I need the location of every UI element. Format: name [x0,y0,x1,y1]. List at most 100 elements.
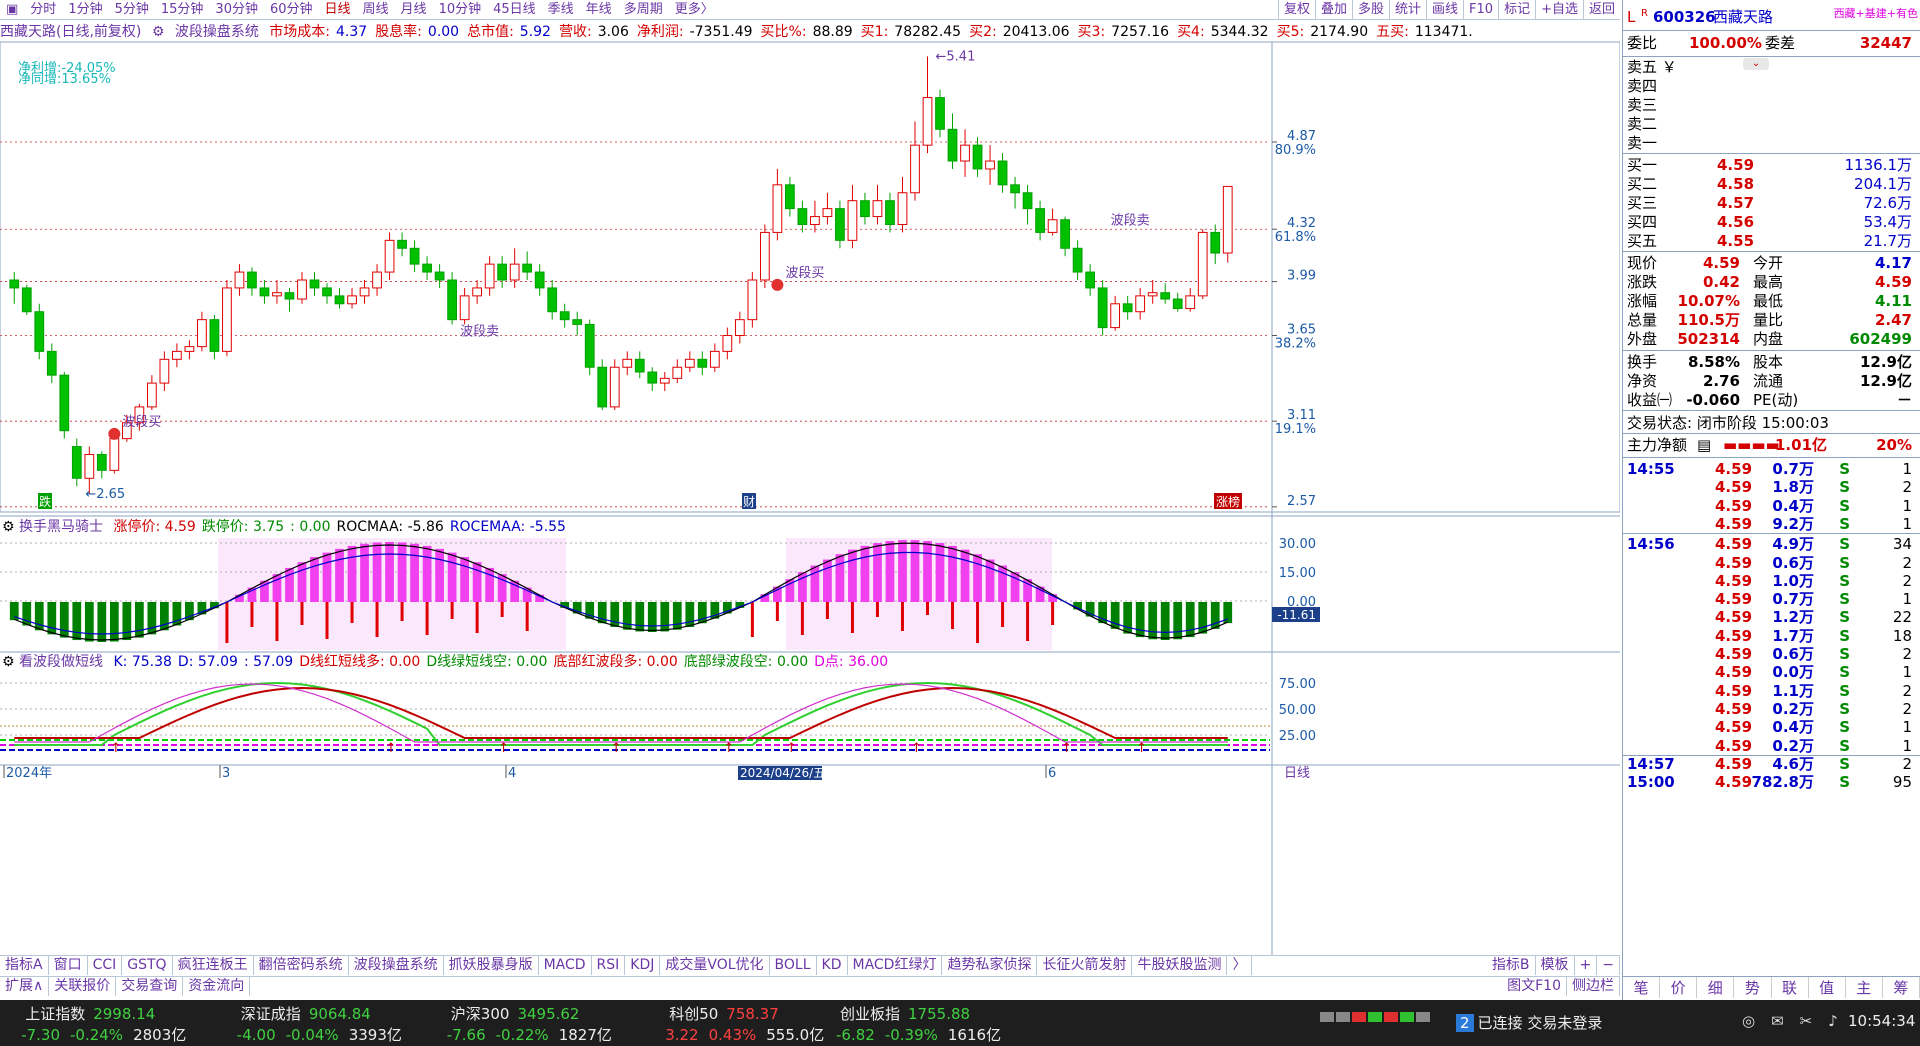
index-chg: -7.30 [21,1026,60,1044]
tag-right-text: 涨榜 [1216,494,1240,509]
histogram-bar [1198,602,1208,634]
indicator-tab-14[interactable]: MACD红绿灯 [848,956,943,975]
histogram-bar [385,542,394,602]
indicator-tab-4[interactable]: 疯狂连板王 [173,956,254,975]
period-label[interactable]: 日线 [1284,766,1310,781]
kline-chart[interactable]: 净利增:-24.05%净同增:13.65%4.8780.9%4.3261.8%3… [0,0,1620,955]
indicator-tab-3[interactable]: GSTQ [122,956,173,975]
index-value: 3495.62 [517,1005,580,1023]
index-name: 深证成指 [240,1005,301,1023]
divider [1623,30,1920,31]
red-bar [1051,602,1055,625]
table-icon: ▤ [1697,436,1712,454]
quote-tab-2[interactable]: 细 [1697,977,1735,998]
collapse-icon[interactable]: ⌄ [1743,58,1769,70]
index-change-4: -6.82 -0.39% 1616亿 [836,1024,1001,1045]
candle-body [772,184,783,233]
chat-icon[interactable]: ✉ [1771,1012,1784,1030]
indicator-tab-16[interactable]: 长征火箭发射 [1037,956,1133,975]
indicator-tab-12[interactable]: BOLL [770,956,817,975]
panel3-settings-icon[interactable]: ⚙ [2,654,15,670]
indicator-tab-18[interactable]: 〉 [1227,956,1253,975]
panel2-settings-icon[interactable]: ⚙ [2,519,15,535]
histogram-bar [1148,602,1158,640]
red-bar [350,602,354,623]
ring-icon[interactable]: ◎ [1742,1012,1755,1030]
quote-tab-3[interactable]: 势 [1734,977,1772,998]
candle-body [247,271,257,289]
add-icon[interactable]: + [1575,956,1598,975]
ext-tab-3[interactable]: 资金流向 [183,977,251,996]
index-pct: -0.39% [884,1026,938,1044]
histogram-bar [422,545,432,602]
indicator-label: 底部红波段多: [553,654,647,670]
tick-count: 95 [1892,773,1912,792]
ext-tab-2[interactable]: 交易查询 [116,977,184,996]
ext-tab-right-1[interactable]: 侧边栏 [1567,977,1620,996]
indicator-value-4: D线绿短线空: 0.00 [426,654,547,670]
band-signal-label-2: 波段买 [785,266,824,281]
indicator-tab-1[interactable]: 窗口 [49,956,88,975]
extension-tabs: 扩展∧ 关联报价 交易查询 资金流向 图文F10 侧边栏 [0,976,1620,996]
indicator-tab-6[interactable]: 波段操盘系统 [349,956,444,975]
ext-tab-0[interactable]: 扩展∧ [0,977,50,996]
index-3[interactable]: 科创50 758.37 [669,1003,779,1024]
candle-body [484,263,495,289]
quote-row: 交易状态: 闭市阶段 15:00:03 [1627,412,1918,435]
candle-body [1085,271,1096,289]
stock-name: 西藏天路 [1713,8,1774,26]
indicator-tab-9[interactable]: RSI [592,956,626,975]
bell-icon[interactable]: ♪ [1828,1012,1838,1030]
panel3-header: ⚙ 看波段做短线 K: 75.38 D: 57.09: 57.09 D线红短线多: … [2,653,888,671]
index-4[interactable]: 创业板指 1755.88 [840,1003,970,1024]
panel2-name[interactable]: 换手黑马骑士 [19,519,103,535]
date-label-3: 6 [1048,766,1056,781]
indicator-tab-0[interactable]: 指标A [0,956,49,975]
indicator-tab-7[interactable]: 抓妖股暴身版 [444,956,539,975]
candle-body [559,311,570,321]
main-net-pct: 20% [1876,436,1912,454]
histogram-bar [109,602,119,642]
quote-tab-1[interactable]: 价 [1660,977,1698,998]
index-1[interactable]: 深证成指 9064.84 [241,1003,371,1024]
price-tick-label-5: 2.57 [1287,494,1316,509]
index-2[interactable]: 沪深300 3495.62 [451,1003,580,1024]
indicator-tab-15[interactable]: 趋势私家侦探 [942,956,1038,975]
indicator-tab-13[interactable]: KD [817,956,848,975]
date-label-0: 2024年 [6,766,52,781]
quote-tab-0[interactable]: 笔 [1623,977,1661,998]
histogram-bar [873,543,882,602]
indicator-tab-5[interactable]: 翻倍密码系统 [254,956,349,975]
tools-icon[interactable]: ✂ [1800,1012,1813,1030]
candle-body [522,263,533,273]
red-bar [250,602,254,627]
quote-tab-6[interactable]: 主 [1846,977,1883,998]
minus-icon[interactable]: − [1597,956,1620,975]
candle-body [209,319,220,352]
index-name: 上证指数 [25,1005,86,1023]
indicator-tab-11[interactable]: 成交量VOL优化 [660,956,770,975]
r-badge: R [1641,8,1648,19]
indicator-tab-10[interactable]: KDJ [625,956,661,975]
indicator-tab-right-0[interactable]: 指标B [1487,956,1536,975]
indicator-tab-2[interactable]: CCI [88,956,123,975]
panel3-name[interactable]: 看波段做短线 [19,654,103,670]
candle-body [497,263,508,281]
index-amount: 1827亿 [558,1026,612,1044]
stock-tag: 西藏+基建+有色 [1833,7,1918,20]
ext-tab-right-0[interactable]: 图文F10 [1502,977,1567,996]
ext-tab-1[interactable]: 关联报价 [49,977,117,996]
candle-body [1210,231,1221,254]
indicator-tab-right-1[interactable]: 模板 [1536,956,1575,975]
connection-status[interactable]: 2 已连接 交易未登录 [1456,1012,1602,1033]
quote-tab-7[interactable]: 筹 [1883,977,1920,998]
up-arrow-icon: ↑ [1061,741,1072,756]
quote-tab-4[interactable]: 联 [1772,977,1809,998]
red-bar [926,602,929,615]
index-0[interactable]: 上证指数 2998.14 [25,1003,155,1024]
indicator-tab-8[interactable]: MACD [539,956,592,975]
tick-price: 4.59 [1715,773,1753,792]
indicator-tab-17[interactable]: 牛股妖股监测 [1132,956,1228,975]
quote-tab-5[interactable]: 值 [1809,977,1846,998]
candle-body [835,208,845,241]
